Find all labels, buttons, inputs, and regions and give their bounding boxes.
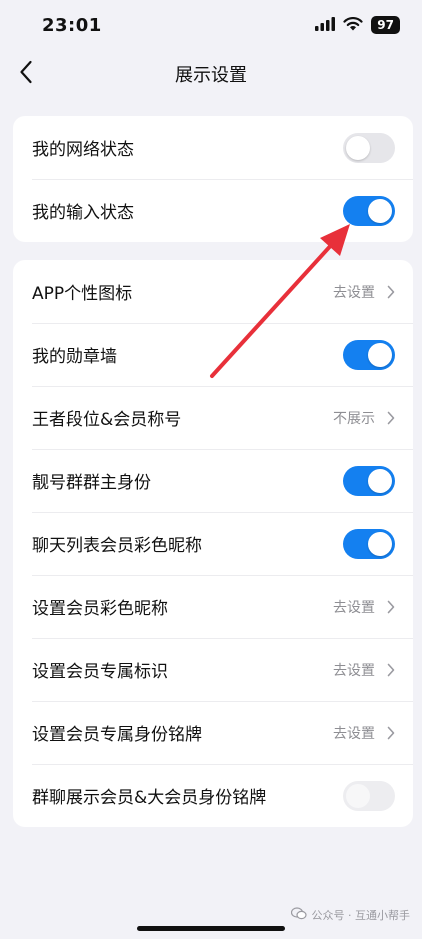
chevron-left-icon — [19, 60, 33, 88]
setting-label: APP个性图标 — [32, 284, 133, 304]
cellular-signal-icon — [315, 16, 336, 35]
wechat-icon — [290, 907, 307, 923]
page-title: 展示设置 — [175, 65, 247, 86]
setting-value: 去设置 — [333, 662, 375, 679]
setting-label: 设置会员彩色昵称 — [32, 599, 168, 619]
setting-label: 靓号群群主身份 — [32, 473, 151, 493]
home-indicator — [137, 926, 285, 931]
setting-row-app-icon[interactable]: APP个性图标 去设置 — [13, 260, 413, 323]
nav-bar: 展示设置 — [0, 50, 422, 98]
setting-row-chat-list-nickname: 聊天列表会员彩色昵称 — [13, 512, 413, 575]
back-button[interactable] — [6, 54, 46, 94]
chat-list-nickname-toggle[interactable] — [343, 528, 395, 559]
setting-row-input-status: 我的输入状态 — [13, 179, 413, 242]
setting-value: 去设置 — [333, 284, 375, 301]
input-status-toggle[interactable] — [343, 195, 395, 226]
watermark-text: 公众号 · 互通小帮手 — [311, 909, 411, 922]
battery-level: 97 — [371, 16, 400, 34]
setting-label: 聊天列表会员彩色昵称 — [32, 536, 202, 556]
setting-label: 设置会员专属标识 — [32, 662, 168, 682]
chevron-right-icon — [387, 285, 395, 299]
group-owner-toggle[interactable] — [343, 465, 395, 496]
settings-group-status: 我的网络状态 我的输入状态 — [13, 116, 413, 242]
setting-label: 我的勋章墙 — [32, 347, 117, 367]
setting-row-member-nameplate[interactable]: 设置会员专属身份铭牌 去设置 — [13, 701, 413, 764]
setting-label: 我的输入状态 — [32, 203, 134, 223]
setting-label: 王者段位&会员称号 — [32, 410, 182, 430]
group-chat-nameplate-toggle[interactable] — [343, 780, 395, 811]
chevron-right-icon — [387, 663, 395, 677]
status-bar: 23:01 97 — [0, 0, 422, 50]
setting-row-member-badge[interactable]: 设置会员专属标识 去设置 — [13, 638, 413, 701]
chevron-right-icon — [387, 726, 395, 740]
setting-row-network-status: 我的网络状态 — [13, 116, 413, 179]
setting-value: 去设置 — [333, 599, 375, 616]
setting-label: 设置会员专属身份铭牌 — [32, 725, 202, 745]
status-time: 23:01 — [42, 14, 102, 36]
setting-value: 不展示 — [333, 410, 375, 427]
chevron-right-icon — [387, 600, 395, 614]
setting-label: 群聊展示会员&大会员身份铭牌 — [32, 788, 267, 808]
settings-group-display: APP个性图标 去设置 我的勋章墙 王者段位&会员称号 不展示 靓号群群主身份 … — [13, 260, 413, 827]
wifi-icon — [343, 16, 363, 35]
network-status-toggle[interactable] — [343, 132, 395, 163]
setting-row-group-owner: 靓号群群主身份 — [13, 449, 413, 512]
setting-row-group-chat-nameplate: 群聊展示会员&大会员身份铭牌 — [13, 764, 413, 827]
setting-row-color-nickname[interactable]: 设置会员彩色昵称 去设置 — [13, 575, 413, 638]
medal-wall-toggle[interactable] — [343, 339, 395, 370]
status-icons: 97 — [315, 16, 400, 35]
setting-label: 我的网络状态 — [32, 140, 134, 160]
watermark: 公众号 · 互通小帮手 — [290, 907, 411, 923]
setting-row-rank-title[interactable]: 王者段位&会员称号 不展示 — [13, 386, 413, 449]
setting-row-medal-wall: 我的勋章墙 — [13, 323, 413, 386]
setting-value: 去设置 — [333, 725, 375, 742]
chevron-right-icon — [387, 411, 395, 425]
